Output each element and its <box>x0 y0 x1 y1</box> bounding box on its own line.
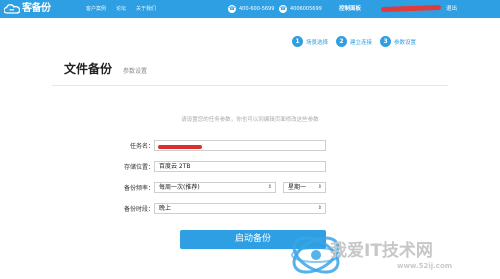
time-value: 晚上 <box>159 205 172 212</box>
step-number: 3 <box>380 36 392 47</box>
weekday-select[interactable]: 星期一 ⇕ <box>283 182 326 193</box>
logout-link[interactable]: 退出 <box>446 0 457 18</box>
step-connect[interactable]: 2 建立连接 <box>336 36 372 47</box>
step-number: 1 <box>292 36 303 47</box>
top-nav-bar: 客备份 客户案例 论坛 关于我们 ☎ 400-600-5699 ☎ 400600… <box>0 0 500 18</box>
chevron-down-icon: ⇕ <box>267 184 272 190</box>
logo[interactable]: 客备份 <box>4 2 51 16</box>
redacted-username[interactable] <box>380 4 442 13</box>
watermark-url: www.52ij.com <box>397 262 453 270</box>
chevron-down-icon: ⇕ <box>317 184 322 190</box>
step-number: 2 <box>336 36 348 47</box>
time-label: 备份时段： <box>123 206 154 213</box>
step-params[interactable]: 3 参数设置 <box>380 36 416 47</box>
phone-icon: ☎ <box>279 5 287 13</box>
phone-icon: ☎ <box>228 5 236 13</box>
nav-about-us[interactable]: 关于我们 <box>136 0 156 18</box>
phone-hotline-2: ☎ 4006005699 <box>279 4 322 14</box>
phone-number-1: 400-600-5699 <box>239 6 275 12</box>
page-subtitle: 参数设置 <box>123 68 148 75</box>
logo-text: 客备份 <box>22 3 51 14</box>
progress-steps: 1 场景选择 2 建立连接 3 参数设置 <box>292 36 416 47</box>
nav-customer-cases[interactable]: 客户案例 <box>86 0 106 18</box>
cloud-logo-icon <box>4 4 20 14</box>
frequency-select[interactable]: 每周一次(推荐) ⇕ <box>154 182 276 193</box>
page-title: 文件备份 <box>64 62 113 76</box>
frequency-label: 备份频率： <box>123 185 154 192</box>
header-divider <box>52 85 448 86</box>
step-scene-select[interactable]: 1 场景选择 <box>292 36 328 47</box>
main-nav: 客户案例 论坛 关于我们 <box>86 0 156 18</box>
step-label: 参数设置 <box>394 39 417 46</box>
storage-value: 百度云 2TB <box>159 163 191 170</box>
nav-forum[interactable]: 论坛 <box>116 0 126 18</box>
task-name-label: 任务名： <box>129 143 154 150</box>
redacted-task-name <box>158 145 202 149</box>
frequency-value: 每周一次(推荐) <box>159 184 200 191</box>
phone-number-2: 4006005699 <box>290 6 322 12</box>
step-label: 建立连接 <box>350 39 373 46</box>
console-link[interactable]: 控制面板 <box>339 0 361 18</box>
step-label: 场景选择 <box>306 39 329 46</box>
storage-label: 存储位置： <box>123 164 154 171</box>
storage-field[interactable]: 百度云 2TB <box>154 161 326 172</box>
phone-hotline-1: ☎ 400-600-5699 <box>228 4 274 14</box>
form-hint: 请设置您的任务参数，你也可以到编辑页面修改这些参数 <box>181 117 319 123</box>
weekday-value: 星期一 <box>288 184 307 191</box>
watermark-text: 我爱IT技术网 <box>330 241 433 261</box>
